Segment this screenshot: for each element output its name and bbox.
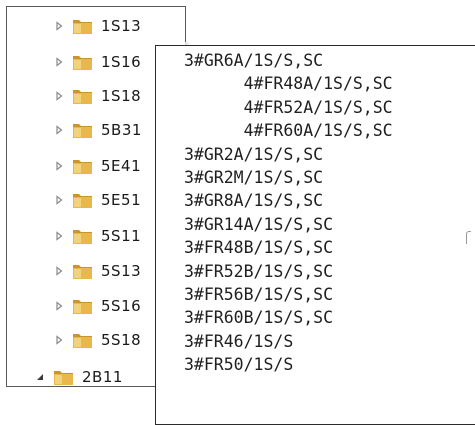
folder-icon <box>72 53 93 71</box>
text-line: 3#FR52B/1S/S,SC <box>184 261 334 281</box>
text-line: 3#GR6A/1S/S,SC <box>184 51 324 70</box>
tree-item-5e41[interactable]: 5E41 <box>53 151 141 181</box>
tree-item-5s11[interactable]: 5S11 <box>53 221 141 251</box>
folder-icon <box>53 368 74 386</box>
tree-item-label: 1S18 <box>101 87 142 105</box>
text-line: 3#FR50/1S/S <box>184 355 294 375</box>
folder-icon <box>72 121 93 139</box>
text-line: 3#FR48B/1S/S,SC <box>184 238 334 258</box>
tree-item-1s13[interactable]: 1S13 <box>53 11 141 41</box>
tree-item-2b11[interactable]: 2B11 <box>34 362 123 386</box>
tree-item-label: 5E41 <box>101 157 142 175</box>
chevron-right-icon[interactable] <box>53 300 65 312</box>
tree-item-label: 1S16 <box>101 53 142 71</box>
chevron-right-icon[interactable] <box>53 20 65 32</box>
folder-icon <box>72 157 93 175</box>
tree-item-label: 5B31 <box>101 121 142 139</box>
tree-item-5s16[interactable]: 5S16 <box>53 291 141 321</box>
chevron-right-icon[interactable] <box>53 56 65 68</box>
chevron-right-icon[interactable] <box>53 230 65 242</box>
text-line: 3#FR56B/1S/S,SC <box>184 285 334 304</box>
text-line: 3#GR2A/1S/S,SC <box>184 144 324 164</box>
text-popup-panel: 3#GR6A/1S/S,SC 4#FR48A/1S/S,SC 4#FR52A/1… <box>155 45 475 425</box>
folder-icon <box>72 227 93 245</box>
text-line: 3#GR2M/1S/S,SC <box>184 168 324 187</box>
tree-item-5s18[interactable]: 5S18 <box>53 325 141 355</box>
folder-icon <box>72 17 93 35</box>
text-line: 4#FR52A/1S/S,SC <box>184 97 393 117</box>
chevron-down-icon[interactable] <box>34 371 46 383</box>
text-line: 4#FR48A/1S/S,SC <box>184 74 393 94</box>
tree-item-label: 5S13 <box>101 262 142 280</box>
tree-item-label: 5S16 <box>101 297 142 315</box>
folder-icon <box>72 87 93 105</box>
folder-icon <box>72 191 93 209</box>
tree-item-5e51[interactable]: 5E51 <box>53 185 141 215</box>
tree-item-label: 2B11 <box>82 368 123 386</box>
text-line: 4#FR60A/1S/S,SC <box>184 121 393 141</box>
text-line: 3#FR60B/1S/S,SC <box>184 308 334 328</box>
chevron-right-icon[interactable] <box>53 265 65 277</box>
folder-icon <box>72 297 93 315</box>
tree-item-label: 5S11 <box>101 227 142 245</box>
tree-item-5b31[interactable]: 5B31 <box>53 115 142 145</box>
tree-item-label: 5S18 <box>101 331 142 349</box>
chevron-right-icon[interactable] <box>53 194 65 206</box>
chevron-right-icon[interactable] <box>53 160 65 172</box>
tree-item-5s13[interactable]: 5S13 <box>53 256 141 286</box>
chevron-right-icon[interactable] <box>53 90 65 102</box>
tree-item-1s16[interactable]: 1S16 <box>53 47 141 77</box>
text-line: 3#GR14A/1S/S,SC <box>184 214 334 234</box>
tree-item-label: 1S13 <box>101 17 142 35</box>
chevron-right-icon[interactable] <box>53 334 65 346</box>
folder-icon <box>72 262 93 280</box>
chevron-right-icon[interactable] <box>53 124 65 136</box>
text-line: 3#GR8A/1S/S,SC <box>184 191 324 211</box>
cursor-mark <box>466 231 471 244</box>
tree-item-label: 5E51 <box>101 191 142 209</box>
folder-icon <box>72 331 93 349</box>
text-line: 3#FR46/1S/S <box>184 331 294 351</box>
tree-item-1s18[interactable]: 1S18 <box>53 81 141 111</box>
